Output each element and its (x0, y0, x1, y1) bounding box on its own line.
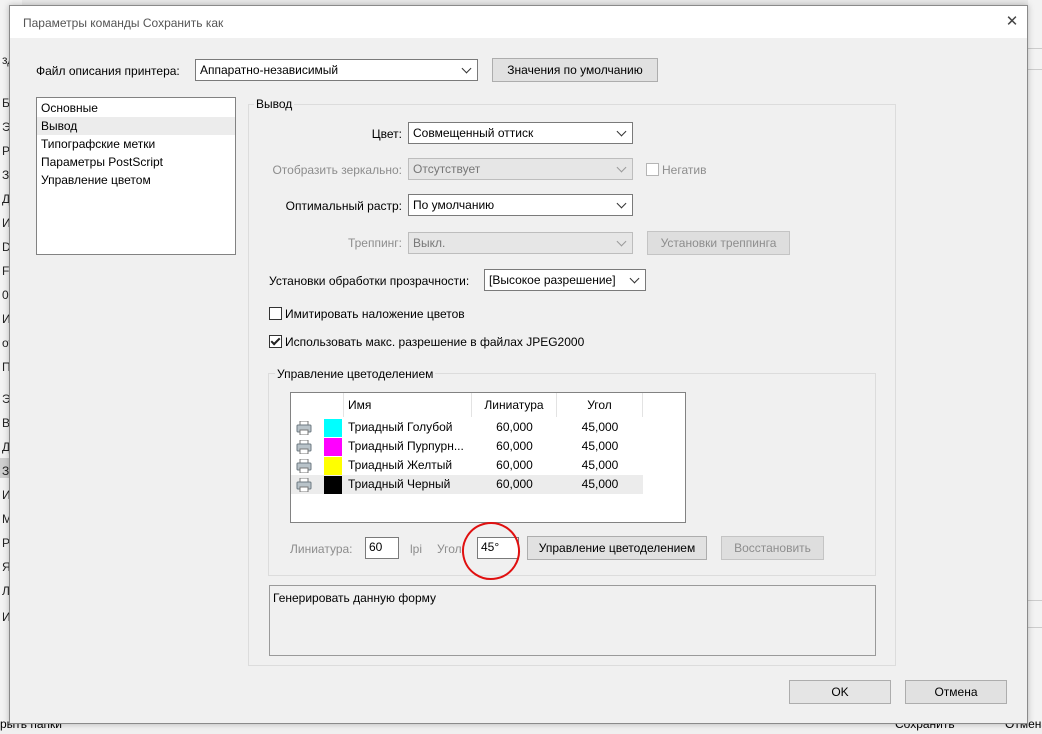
separation-frequency: 60,000 (496, 439, 533, 453)
chevron-down-icon (613, 159, 632, 179)
nav-item-color-management[interactable]: Управление цветом (41, 171, 151, 189)
separation-angle: 45,000 (581, 420, 619, 434)
color-swatch (324, 438, 342, 456)
mirror-value: Отсутствует (413, 162, 481, 176)
frequency-label: Линиатура: (290, 542, 353, 556)
separation-angle: 45,000 (581, 477, 619, 491)
restore-button[interactable]: Восстановить (721, 536, 824, 560)
printer-desc-label: Файл описания принтера: (36, 64, 180, 78)
transparency-value: [Высокое разрешение] (489, 273, 616, 287)
color-label: Цвет: (371, 127, 402, 141)
printer-icon[interactable] (296, 478, 312, 492)
description-text: Генерировать данную форму (273, 591, 436, 605)
trapping-value: Выкл. (413, 236, 446, 250)
nav-item-postscript[interactable]: Параметры PostScript (41, 153, 163, 171)
separation-name: Триадный Черный (348, 477, 451, 491)
table-header-angle[interactable]: Угол (557, 393, 643, 417)
nav-item-basic[interactable]: Основные (41, 99, 98, 117)
nav-item-output[interactable]: Вывод (37, 117, 235, 135)
separation-name: Триадный Голубой (348, 420, 453, 434)
color-swatch (324, 457, 342, 475)
color-swatch (324, 476, 342, 494)
printer-desc-select[interactable]: Аппаратно-независимый (195, 59, 478, 81)
color-select[interactable]: Совмещенный оттиск (408, 122, 633, 144)
table-header-name[interactable]: Имя (344, 393, 472, 417)
screen-label: Оптимальный растр: (285, 199, 402, 213)
trapping-select[interactable]: Выкл. (408, 232, 633, 254)
separations-group-title: Управление цветоделением (275, 367, 436, 381)
printer-desc-value: Аппаратно-независимый (200, 63, 339, 77)
dialog-title: Параметры команды Сохранить как (23, 16, 224, 30)
color-swatch (324, 419, 342, 437)
separation-frequency: 60,000 (496, 420, 533, 434)
defaults-button[interactable]: Значения по умолчанию (492, 58, 658, 82)
separation-frequency: 60,000 (496, 477, 533, 491)
jpeg2000-label: Использовать макс. разрешение в файлах J… (285, 335, 585, 349)
table-header-icon-col (291, 393, 344, 417)
screen-value: По умолчанию (413, 198, 495, 212)
negative-checkbox[interactable] (646, 163, 659, 176)
nav-item-marks[interactable]: Типографские метки (41, 135, 155, 153)
frequency-input[interactable]: 60 (365, 537, 399, 559)
printer-icon[interactable] (296, 421, 312, 435)
table-row[interactable]: Триадный Пурпурн... 60,000 45,000 (291, 437, 643, 456)
mirror-label: Отобразить зеркально: (272, 163, 402, 177)
output-group-title: Вывод (254, 97, 295, 111)
separation-angle: 45,000 (581, 439, 619, 453)
separation-angle: 45,000 (581, 458, 619, 472)
table-row[interactable]: Триадный Желтый 60,000 45,000 (291, 456, 643, 475)
screen-select[interactable]: По умолчанию (408, 194, 633, 216)
trapping-settings-button[interactable]: Установки треппинга (647, 231, 790, 255)
table-row[interactable]: Триадный Голубой 60,000 45,000 (291, 418, 643, 437)
ok-button[interactable]: OK (789, 680, 891, 704)
negative-label: Негатив (662, 163, 707, 177)
cancel-button[interactable]: Отмена (905, 680, 1007, 704)
trapping-label: Треппинг: (347, 236, 402, 250)
printer-icon[interactable] (296, 459, 312, 473)
jpeg2000-checkbox[interactable] (269, 335, 282, 348)
frequency-unit: lpi (410, 542, 423, 556)
table-header-frequency[interactable]: Линиатура (472, 393, 557, 417)
color-value: Совмещенный оттиск (413, 126, 534, 140)
title-bar: Параметры команды Сохранить как ✕ (10, 6, 1027, 38)
manage-separations-button[interactable]: Управление цветоделением (527, 536, 707, 560)
separations-table: Имя Линиатура Угол Триадный Голубой 60,0… (290, 392, 686, 523)
separation-name: Триадный Пурпурн... (348, 439, 464, 453)
save-as-options-dialog: Параметры команды Сохранить как ✕ Файл о… (9, 5, 1028, 724)
mirror-select[interactable]: Отсутствует (408, 158, 633, 180)
table-row[interactable]: Триадный Черный 60,000 45,000 (291, 475, 643, 494)
separation-frequency: 60,000 (496, 458, 533, 472)
transparency-label: Установки обработки прозрачности: (269, 274, 470, 288)
chevron-down-icon (458, 60, 477, 80)
chevron-down-icon (613, 195, 632, 215)
simulate-overprint-checkbox[interactable] (269, 307, 282, 320)
transparency-select[interactable]: [Высокое разрешение] (484, 269, 646, 291)
close-icon[interactable]: ✕ (997, 6, 1027, 38)
angle-label: Угол: (437, 542, 465, 556)
chevron-down-icon (626, 270, 645, 290)
simulate-overprint-label: Имитировать наложение цветов (285, 307, 465, 321)
printer-icon[interactable] (296, 440, 312, 454)
description-box: Генерировать данную форму (269, 585, 876, 656)
background-app-right (1028, 0, 1042, 734)
separation-name: Триадный Желтый (348, 458, 453, 472)
chevron-down-icon (613, 233, 632, 253)
options-nav-list: Основные Вывод Типографские метки Параме… (36, 97, 236, 255)
checkmark-icon (270, 335, 281, 346)
chevron-down-icon (613, 123, 632, 143)
